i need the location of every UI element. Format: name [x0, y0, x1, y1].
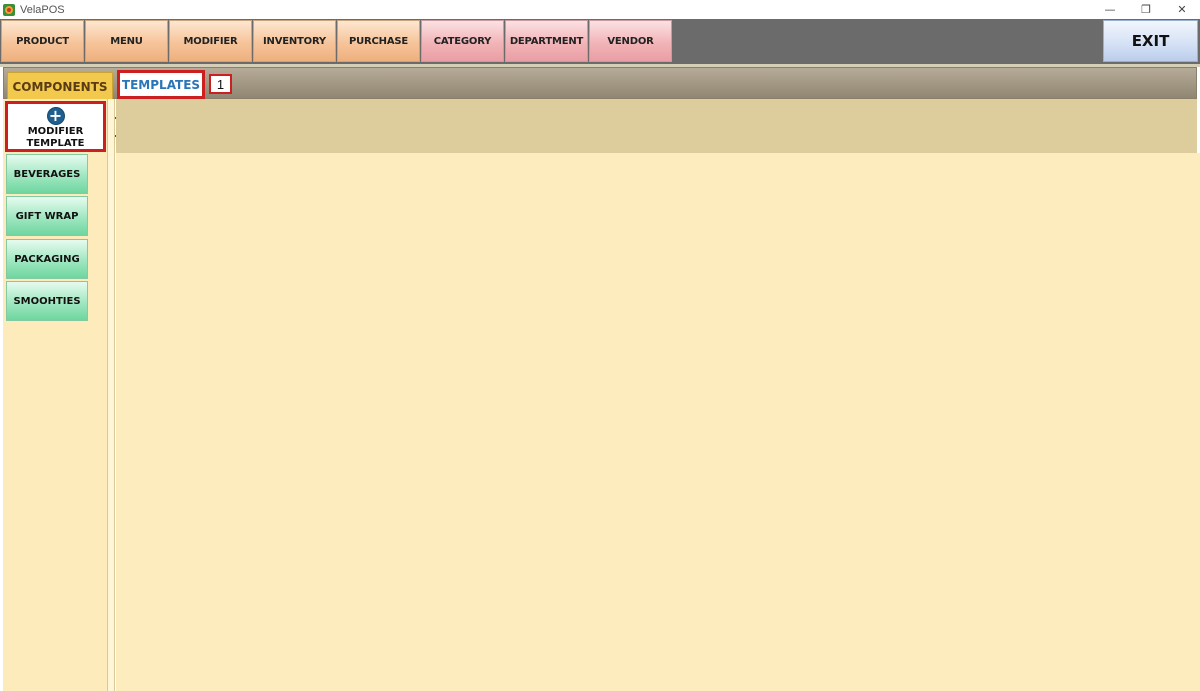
nav-vendor-button[interactable]: VENDOR: [589, 20, 672, 62]
nav-department-button[interactable]: DEPARTMENT: [505, 20, 588, 62]
window-controls: — ❐ ✕: [1092, 0, 1200, 19]
main-panel-header: [116, 99, 1197, 153]
callout-marker-1: 1: [209, 74, 232, 94]
add-modifier-template-button[interactable]: + MODIFIER TEMPLATE: [5, 101, 106, 152]
template-item-packaging[interactable]: PACKAGING: [6, 239, 88, 279]
add-template-label-line1: MODIFIER: [27, 126, 84, 137]
nav-menu-button[interactable]: MENU: [85, 20, 168, 62]
template-item-smoothies[interactable]: SMOOHTIES: [6, 281, 88, 321]
minimize-button[interactable]: —: [1092, 0, 1128, 19]
window-title: VelaPOS: [20, 3, 65, 16]
close-button[interactable]: ✕: [1164, 0, 1200, 19]
exit-button[interactable]: EXIT: [1103, 20, 1198, 62]
velapos-logo-icon: [3, 3, 15, 16]
nav-purchase-button[interactable]: PURCHASE: [337, 20, 420, 62]
nav-inventory-button[interactable]: INVENTORY: [253, 20, 336, 62]
tab-templates[interactable]: TEMPLATES: [117, 70, 205, 99]
template-item-beverages[interactable]: BEVERAGES: [6, 154, 88, 194]
nav-category-button[interactable]: CATEGORY: [421, 20, 504, 62]
restore-button[interactable]: ❐: [1128, 0, 1164, 19]
template-item-gift-wrap[interactable]: GIFT WRAP: [6, 196, 88, 236]
tab-components[interactable]: COMPONENTS: [7, 72, 113, 100]
main-nav-bar: PRODUCT MENU MODIFIER INVENTORY PURCHASE…: [0, 19, 1200, 64]
nav-product-button[interactable]: PRODUCT: [1, 20, 84, 62]
template-sidebar: + MODIFIER TEMPLATE BEVERAGES GIFT WRAP …: [3, 99, 108, 691]
sidebar-divider: [108, 99, 115, 691]
add-template-label-line2: TEMPLATE: [26, 138, 85, 149]
plus-circle-icon: +: [46, 107, 65, 125]
nav-modifier-button[interactable]: MODIFIER: [169, 20, 252, 62]
tab-bar: COMPONENTS TEMPLATES: [3, 67, 1197, 100]
title-bar: VelaPOS — ❐ ✕: [0, 0, 1200, 19]
main-panel-body: [116, 153, 1200, 691]
